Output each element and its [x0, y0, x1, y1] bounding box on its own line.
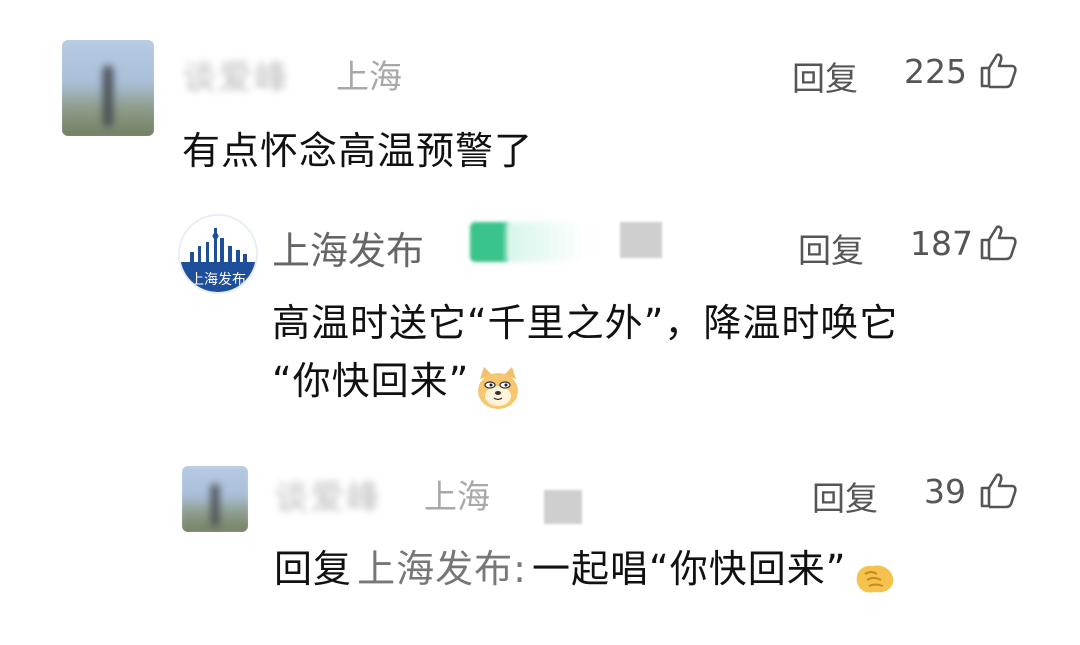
avatar[interactable]	[62, 40, 154, 136]
reply-text: 一起唱“你快回来”	[532, 547, 847, 591]
avatar[interactable]: 上海发布	[178, 214, 258, 294]
wave-hand-icon	[851, 556, 897, 600]
reply-button[interactable]: 回复	[792, 52, 858, 100]
badge-decoration	[620, 222, 662, 258]
doge-icon	[474, 365, 522, 415]
badge-decoration	[544, 490, 582, 524]
location-label: 上海	[336, 57, 402, 96]
avatar-text: 上海发布	[190, 272, 246, 288]
reply-text-line2: “你快回来”	[272, 359, 470, 403]
reply-text-line1: 高温时送它“千里之外”，降温时唤它	[272, 301, 899, 345]
like-count: 187	[910, 224, 973, 263]
thumbs-up-icon[interactable]	[978, 224, 1018, 262]
like-count: 225	[904, 52, 967, 91]
comment-text: 有点怀念高温预警了	[182, 129, 534, 173]
reply-prefix: 回复	[274, 547, 353, 591]
like-count: 39	[924, 472, 966, 511]
username[interactable]: 上海发布	[272, 220, 424, 275]
location-label: 上海	[424, 477, 490, 516]
avatar[interactable]	[182, 466, 248, 532]
username[interactable]: 谈爱峰	[274, 470, 382, 519]
thumbs-up-icon[interactable]	[978, 472, 1018, 510]
username[interactable]: 谈爱峰	[182, 50, 290, 99]
verified-badge	[470, 222, 510, 262]
reply-button[interactable]: 回复	[798, 224, 864, 272]
reply-button[interactable]: 回复	[812, 472, 878, 520]
thumbs-up-icon[interactable]	[978, 52, 1018, 90]
badge-decoration	[506, 222, 586, 262]
reply-target-link[interactable]: 上海发布:	[357, 547, 527, 591]
